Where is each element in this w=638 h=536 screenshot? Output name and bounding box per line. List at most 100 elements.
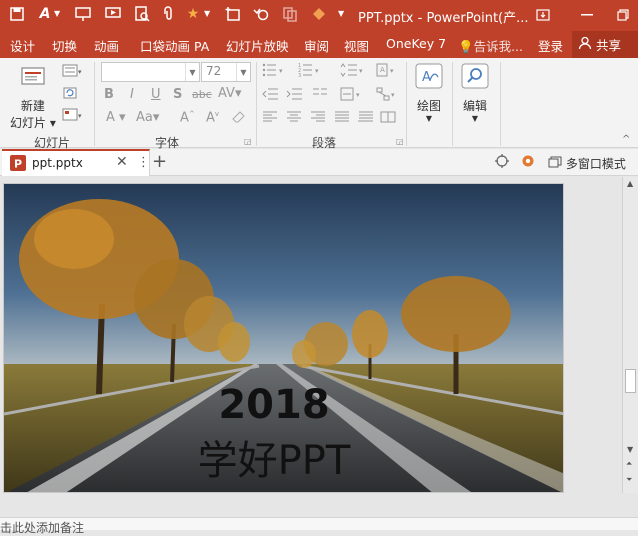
bullets-icon[interactable]: ▾ <box>262 63 288 81</box>
align-right-icon[interactable] <box>310 111 326 127</box>
font-name-field[interactable]: ▼ <box>101 62 200 82</box>
star-icon[interactable]: ★ <box>184 5 202 23</box>
tab-design[interactable]: 设计 <box>10 36 35 55</box>
svg-text:A: A <box>380 66 385 74</box>
attachment-icon[interactable] <box>160 5 178 23</box>
text-columns-icon[interactable] <box>380 111 396 127</box>
multi-window-button[interactable]: 多窗口模式 <box>548 155 626 172</box>
save-icon[interactable] <box>8 5 26 23</box>
slideshow-icon[interactable] <box>104 5 122 23</box>
smartart-icon[interactable]: ▾ <box>376 87 398 105</box>
svg-text:3: 3 <box>298 73 301 77</box>
tab-transitions[interactable]: 切换 <box>52 36 77 55</box>
more-icon[interactable]: ⋮ <box>137 155 150 170</box>
notes-pane[interactable]: 单击此处添加备注 <box>0 517 638 535</box>
slide-title-text[interactable]: 学好PPT <box>4 428 544 486</box>
italic-button[interactable]: I <box>130 87 134 102</box>
collapse-ribbon-icon[interactable]: ^ <box>622 134 630 145</box>
font-size-field[interactable]: 72 ▼ <box>201 62 251 82</box>
new-slide-qat-icon[interactable] <box>224 5 242 23</box>
minimize-icon[interactable] <box>572 0 602 30</box>
ribbon-display-options-icon[interactable] <box>528 0 558 30</box>
vertical-scrollbar[interactable]: ▲ ▼ ⏶ ⏷ <box>622 177 638 493</box>
bold-button[interactable]: B <box>104 87 114 102</box>
tab-slideshow[interactable]: 幻灯片放映 <box>226 36 289 55</box>
tab-animations[interactable]: 动画 <box>94 36 119 55</box>
next-slide-icon[interactable]: ⏷ <box>626 475 632 485</box>
tab-pocket-animation[interactable]: 口袋动画 PA <box>140 36 209 55</box>
svg-text:P: P <box>14 158 22 171</box>
increase-font-icon[interactable]: A^ <box>180 110 195 125</box>
ribbon: 新建 幻灯片 ▾ ▾ ▾ 幻灯片 ▼ 72 ▼ B I U S abc AV▾ … <box>0 58 638 150</box>
distributed-icon[interactable] <box>358 111 374 127</box>
font-dialog-launcher-icon[interactable]: ◲ <box>244 137 252 146</box>
reset-icon[interactable] <box>62 86 78 104</box>
close-icon[interactable]: ✕ <box>116 154 128 170</box>
tab-onekey[interactable]: OneKey 7 <box>386 36 446 51</box>
tab-view[interactable]: 视图 <box>344 36 369 55</box>
tab-review[interactable]: 审阅 <box>304 36 329 55</box>
paragraph-dialog-launcher-icon[interactable]: ◲ <box>396 137 404 146</box>
svg-text:A: A <box>422 70 431 85</box>
doc-tab-ppt[interactable]: P ppt.pptx ✕ ⋮ <box>2 149 150 176</box>
pin-icon[interactable] <box>494 153 510 173</box>
chevron-down-icon[interactable]: ▼ <box>54 9 60 18</box>
slide-title-year[interactable]: 2018 <box>4 382 544 428</box>
document-tab-bar: P ppt.pptx ✕ ⋮ + 多窗口模式 <box>0 149 638 176</box>
scroll-down-icon[interactable]: ▼ <box>627 445 633 454</box>
chevron-down-icon[interactable]: ▼ <box>204 9 210 18</box>
line-spacing-icon[interactable]: ▾ <box>340 63 366 81</box>
new-slide-button[interactable]: 新建 幻灯片 ▾ <box>10 62 56 131</box>
scroll-up-icon[interactable]: ▲ <box>627 179 633 188</box>
customize-qat-icon[interactable]: ▼ <box>338 9 344 18</box>
animation-icon[interactable] <box>252 5 270 23</box>
svg-text:▾: ▾ <box>359 67 363 75</box>
new-tab-icon[interactable]: + <box>152 151 167 172</box>
chevron-down-icon: ▼ <box>471 114 479 123</box>
align-center-icon[interactable] <box>286 111 302 127</box>
restore-icon[interactable] <box>608 0 638 30</box>
shadow-button[interactable]: S <box>173 87 182 102</box>
slide-canvas[interactable]: 2018 学好PPT <box>3 183 564 493</box>
character-spacing-icon[interactable]: AV▾ <box>218 86 241 101</box>
increase-indent-icon[interactable] <box>286 87 304 105</box>
columns-icon[interactable] <box>312 87 332 105</box>
text-direction-icon[interactable]: A ▾ <box>376 63 398 81</box>
chevron-down-icon[interactable]: ▼ <box>236 63 250 81</box>
underline-button[interactable]: U <box>151 87 161 102</box>
ribbon-tabs: 设计 切换 动画 口袋动画 PA 幻灯片放映 审阅 视图 OneKey 7 💡告… <box>0 30 638 58</box>
decrease-font-icon[interactable]: Av <box>206 110 219 125</box>
layout-icon[interactable]: ▾ <box>62 64 84 82</box>
font-color-icon[interactable]: A <box>36 5 54 23</box>
previous-slide-icon[interactable]: ⏶ <box>626 459 632 469</box>
editing-button[interactable]: 编辑 ▼ <box>460 62 490 123</box>
drawing-button[interactable]: A 绘图 ▼ <box>414 62 444 123</box>
settings-gear-icon[interactable] <box>520 153 536 173</box>
strikethrough-button[interactable]: abc <box>192 88 212 101</box>
notes-placeholder: 单击此处添加备注 <box>0 521 85 535</box>
print-preview-icon[interactable] <box>133 5 151 23</box>
group-separator <box>406 62 407 146</box>
svg-text:▾: ▾ <box>315 67 319 75</box>
justify-icon[interactable] <box>334 111 350 127</box>
align-left-icon[interactable] <box>262 111 278 127</box>
svg-text:▾: ▾ <box>78 112 82 120</box>
format-painter-icon[interactable] <box>310 5 328 23</box>
decrease-indent-icon[interactable] <box>262 87 280 105</box>
chevron-down-icon[interactable]: ▼ <box>185 63 199 81</box>
section-icon[interactable]: ▾ <box>62 108 84 126</box>
clear-formatting-icon[interactable] <box>232 110 246 128</box>
svg-text:▾: ▾ <box>391 91 395 99</box>
share-button[interactable]: 共享 <box>572 31 638 58</box>
tell-me-search[interactable]: 💡告诉我... <box>458 36 523 55</box>
change-case-icon[interactable]: Aa▾ <box>136 110 159 125</box>
scroll-thumb[interactable] <box>625 369 636 393</box>
font-color-dropdown[interactable]: A ▾ <box>106 110 126 125</box>
group-separator <box>500 62 501 146</box>
presentation-icon[interactable] <box>74 5 92 23</box>
sign-in-link[interactable]: 登录 <box>538 36 563 55</box>
numbering-icon[interactable]: 1 2 3 ▾ <box>298 63 324 81</box>
align-text-icon[interactable]: ▾ <box>340 87 366 105</box>
copy-icon[interactable] <box>281 5 299 23</box>
chevron-down-icon: ▼ <box>425 114 433 123</box>
